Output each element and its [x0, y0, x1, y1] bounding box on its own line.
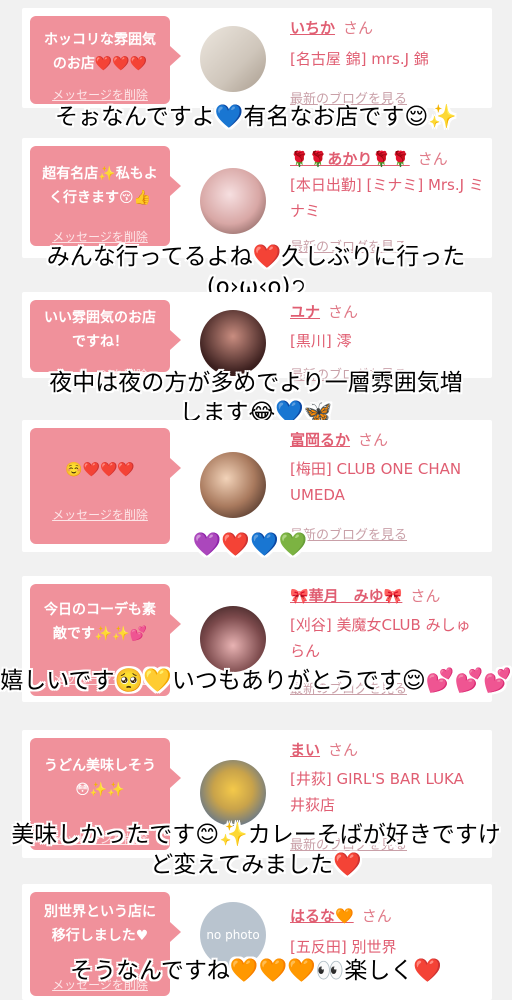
honorific: さん	[328, 741, 359, 759]
shop-name: [名古屋 錦] mrs.J 錦	[290, 50, 429, 68]
avatar[interactable]	[200, 606, 266, 672]
bubble-message: ☺️❤️❤️❤️	[65, 462, 135, 478]
honorific: さん	[361, 907, 392, 925]
message-card: いい雰囲気のお店ですね！ メッセージを削除 ユナ さん [黒川] 澪 最新のブログ…	[22, 292, 492, 383]
user-name[interactable]: 🎀華月 みゆ🎀	[290, 587, 402, 605]
overlay-caption: 💜❤️💙💚	[192, 532, 308, 558]
honorific: さん	[417, 150, 448, 168]
shop-name: [黒川] 澪	[290, 332, 352, 350]
user-name[interactable]: ユナ	[290, 303, 320, 321]
honorific: さん	[410, 587, 441, 605]
shop-name: [刈谷] 美魔女CLUB みしゅらん	[290, 616, 471, 660]
overlay-caption: 夜中は夜の方が多めでより一層雰囲気増します😂💙🦋	[49, 370, 463, 426]
avatar[interactable]	[200, 168, 266, 234]
message-bubble: いい雰囲気のお店ですね！ メッセージを削除	[30, 300, 181, 382]
user-name[interactable]: まい	[290, 741, 320, 759]
user-name[interactable]: 富岡るか	[290, 431, 350, 449]
message-bubble: ホッコリな雰囲気のお店❤️❤️❤️ メッセージを削除	[30, 16, 181, 104]
user-name[interactable]: はるな🧡	[290, 907, 354, 925]
bubble-message: 今日のコーデも素敵です✨✨💕	[44, 602, 156, 642]
honorific: さん	[328, 303, 359, 321]
avatar[interactable]	[200, 26, 266, 92]
bubble-message: いい雰囲気のお店ですね！	[44, 310, 156, 350]
message-bubble: 超有名店✨私もよく行きます😚👍 メッセージを削除	[30, 146, 181, 246]
bubble-message: うどん美味しそう😳✨✨	[44, 758, 156, 798]
honorific: さん	[358, 431, 389, 449]
avatar[interactable]	[200, 310, 266, 376]
bubble-message: 別世界という店に移行しました♥	[44, 904, 156, 944]
user-name-row[interactable]: 🎀華月 みゆ🎀 さん	[290, 584, 490, 608]
user-name-row[interactable]: はるな🧡 さん	[290, 904, 490, 928]
user-name-row[interactable]: ユナ さん	[290, 300, 490, 324]
user-name-row[interactable]: 富岡るか さん	[290, 428, 490, 452]
delete-message-link[interactable]: メッセージを削除	[30, 86, 170, 103]
overlay-caption: 嬉しいです🥺💛いつもありがとうです😌💕💕💕	[0, 668, 512, 694]
user-name[interactable]: いちか	[290, 19, 335, 37]
overlay-caption: そぉなんですよ💙有名なお店です😌✨	[54, 104, 458, 130]
shop-name: [梅田] CLUB ONE CHAN UMEDA	[290, 460, 462, 504]
avatar[interactable]	[200, 760, 266, 826]
shop-name: [井荻] GIRL'S BAR LUKA 井荻店	[290, 770, 479, 814]
bubble-message: ホッコリな雰囲気のお店❤️❤️❤️	[44, 32, 156, 72]
message-bubble: ☺️❤️❤️❤️ メッセージを削除	[30, 428, 181, 544]
overlay-caption: そうなんですね🧡🧡🧡👀楽しく❤️	[69, 958, 443, 984]
bubble-message: 超有名店✨私もよく行きます😚👍	[42, 166, 158, 206]
message-card: 超有名店✨私もよく行きます😚👍 メッセージを削除 🌹🌹あかり🌹🌹 さん [本日出勤…	[22, 138, 492, 258]
message-card: ホッコリな雰囲気のお店❤️❤️❤️ メッセージを削除 いちか さん [名古屋 錦]…	[22, 8, 492, 108]
honorific: さん	[343, 19, 374, 37]
delete-message-link[interactable]: メッセージを削除	[30, 506, 170, 523]
overlay-caption: 美味しかったです😊✨カレーそばが好きですけど変えてみました❤️	[11, 822, 501, 878]
shop-name: [本日出勤] [ミナミ] Mrs.J ミナミ	[290, 176, 484, 220]
user-name-row[interactable]: いちか さん	[290, 16, 490, 40]
user-name[interactable]: 🌹🌹あかり🌹🌹	[290, 150, 410, 168]
avatar[interactable]	[200, 452, 266, 518]
user-name-row[interactable]: まい さん	[290, 738, 490, 762]
user-name-row[interactable]: 🌹🌹あかり🌹🌹 さん	[290, 146, 490, 172]
